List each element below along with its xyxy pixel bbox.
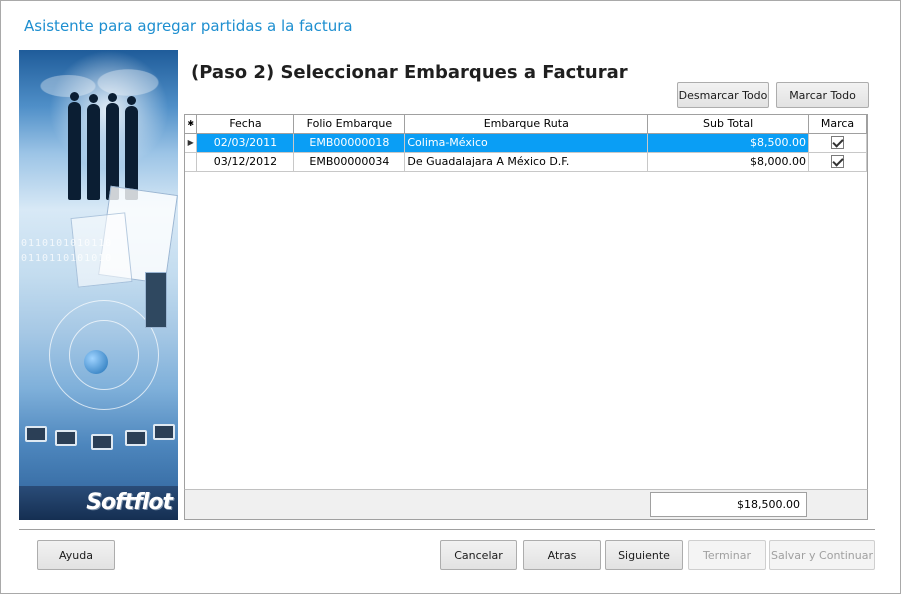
row-header-corner: ✱ (185, 115, 198, 134)
cell-ruta[interactable]: Colima-México (404, 133, 649, 153)
cancel-button[interactable]: Cancelar (440, 540, 517, 570)
mark-checkbox[interactable] (831, 155, 844, 169)
current-row-indicator-icon: ▶ (185, 133, 198, 153)
mark-all-button[interactable]: Marcar Todo (776, 82, 869, 108)
cell-subtotal[interactable]: $8,000.00 (647, 152, 809, 172)
cell-folio[interactable]: EMB00000018 (293, 133, 406, 153)
server-tower-graphic (145, 272, 167, 328)
help-button[interactable]: Ayuda (37, 540, 115, 570)
laptop-icon (55, 430, 77, 446)
binary-line-1: 0110101010110 (21, 238, 113, 249)
mark-checkbox[interactable] (831, 136, 844, 150)
grid-header-row: ✱ Fecha Folio Embarque Embarque Ruta Sub… (185, 115, 867, 134)
cell-ruta[interactable]: De Guadalajara A México D.F. (404, 152, 649, 172)
column-header-fecha[interactable]: Fecha (196, 115, 295, 134)
finish-button[interactable]: Terminar (688, 540, 766, 570)
footer-divider (19, 529, 875, 531)
step-title: (Paso 2) Seleccionar Embarques a Factura… (191, 62, 628, 83)
laptop-icon (125, 430, 147, 446)
table-row[interactable]: ▶ 02/03/2011 EMB00000018 Colima-México $… (185, 133, 867, 153)
back-button[interactable]: Atras (523, 540, 601, 570)
shipments-table: ✱ Fecha Folio Embarque Embarque Ruta Sub… (185, 115, 867, 172)
shipments-grid[interactable]: ✱ Fecha Folio Embarque Embarque Ruta Sub… (184, 114, 868, 520)
invoice-graphic-back (70, 212, 133, 288)
softflot-logo: Softflot (86, 490, 173, 515)
cell-folio[interactable]: EMB00000034 (293, 152, 406, 172)
table-row[interactable]: 03/12/2012 EMB00000034 De Guadalajara A … (185, 152, 867, 172)
column-header-marca[interactable]: Marca (808, 115, 867, 134)
sidebar-footer: Softflot (19, 486, 178, 520)
window-title: Asistente para agregar partidas a la fac… (24, 17, 353, 35)
cell-fecha[interactable]: 03/12/2012 (196, 152, 295, 172)
cell-marca[interactable] (808, 133, 867, 153)
unmark-all-button[interactable]: Desmarcar Todo (677, 82, 769, 108)
laptop-icon (91, 434, 113, 450)
binary-line-2: 0110110101010 (21, 253, 113, 264)
row-indicator (185, 152, 198, 172)
total-field: $18,500.00 (650, 492, 807, 517)
cell-subtotal[interactable]: $8,500.00 (647, 133, 809, 153)
column-header-folio[interactable]: Folio Embarque (293, 115, 406, 134)
laptop-icon (25, 426, 47, 442)
sidebar-illustration: 0110101010110 0110110101010 Softflot (19, 50, 178, 520)
people-silhouettes (63, 92, 143, 202)
laptop-icon (153, 424, 175, 440)
save-continue-button[interactable]: Salvar y Continuar (769, 540, 875, 570)
next-button[interactable]: Siguiente (605, 540, 683, 570)
cell-marca[interactable] (808, 152, 867, 172)
cell-fecha[interactable]: 02/03/2011 (196, 133, 295, 153)
globe-icon (84, 350, 108, 374)
column-header-ruta[interactable]: Embarque Ruta (404, 115, 649, 134)
column-header-subtotal[interactable]: Sub Total (647, 115, 809, 134)
